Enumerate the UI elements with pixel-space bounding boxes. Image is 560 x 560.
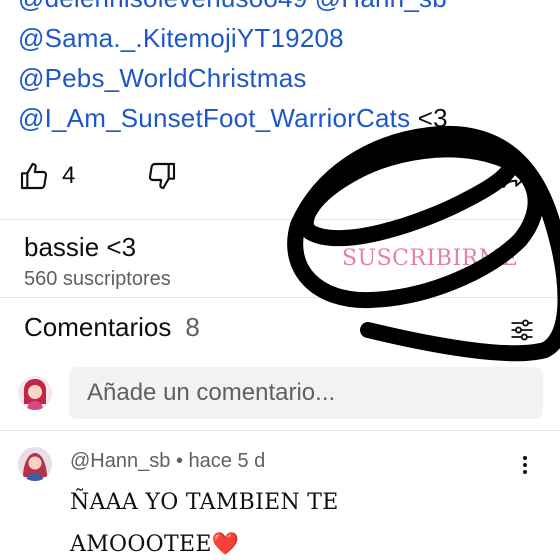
video-description-screen: @delennisolevenusoo49 @Hann_sb @Sama._.K… <box>0 0 560 560</box>
meta-separator: • <box>175 450 183 472</box>
channel-name: bassie <3 <box>24 232 137 262</box>
mention-line: @delennisolevenusoo49 @Hann_sb <box>18 0 550 18</box>
subscribe-button[interactable]: SUSCRIBIRME <box>342 246 518 271</box>
comment-more-button[interactable] <box>516 454 534 481</box>
mention-line: @I_Am_SunsetFoot_WarriorCats <3 <box>18 98 550 138</box>
more-vert-icon <box>523 456 527 474</box>
share-icon <box>502 167 528 188</box>
comment-text: ÑAAA YO TAMBIEN TE AMOOOTEE❤️ <box>70 482 510 560</box>
dislike-button[interactable] <box>146 160 178 197</box>
share-button[interactable] <box>500 162 530 197</box>
sort-comments-button[interactable] <box>508 316 536 349</box>
mention-link[interactable]: @delennisolevenusoo49 @Hann_sb <box>18 0 447 13</box>
comments-title: Comentarios <box>24 312 172 342</box>
mention-link[interactable]: @I_Am_SunsetFoot_WarriorCats <box>18 103 410 133</box>
mention-suffix: <3 <box>410 103 448 133</box>
comment-time: hace 5 d <box>188 450 266 472</box>
mention-link[interactable]: @Sama._.KitemojiYT19208 <box>18 23 344 53</box>
comment-author[interactable]: @Hann_sb <box>70 450 170 472</box>
divider <box>0 297 560 298</box>
like-count: 4 <box>62 162 76 189</box>
divider <box>0 430 560 431</box>
comment-text-line: AMOOOTEE❤️ <box>70 524 510 560</box>
heart-emoji: ❤️ <box>211 532 240 557</box>
avatar[interactable] <box>18 447 52 481</box>
comment-text-line: ÑAAA YO TAMBIEN TE <box>70 490 339 515</box>
mention-link[interactable]: @Pebs_WorldChristmas <box>18 63 307 93</box>
subscriber-count: 560 suscriptores <box>24 268 171 290</box>
channel-info[interactable]: bassie <3 560 suscriptores <box>24 230 171 292</box>
thumbs-down-icon <box>148 162 176 190</box>
avatar <box>18 376 52 410</box>
thumbs-up-icon <box>20 162 48 190</box>
mention-line: @Pebs_WorldChristmas <box>18 58 550 98</box>
comments-header[interactable]: Comentarios 8 <box>24 312 200 343</box>
comments-count: 8 <box>185 312 200 342</box>
sort-sliders-icon <box>511 319 533 341</box>
description-mentions: @delennisolevenusoo49 @Hann_sb @Sama._.K… <box>18 0 550 138</box>
comment-text-part: AMOOOTEE <box>70 532 212 557</box>
divider <box>0 219 560 220</box>
like-button[interactable]: 4 <box>18 160 75 192</box>
mention-line: @Sama._.KitemojiYT19208 <box>18 18 550 58</box>
video-actions-row: 4 <box>0 158 560 206</box>
comment-meta: @Hann_sb • hace 5 d <box>70 450 265 473</box>
add-comment-input[interactable]: Añade un comentario... <box>69 367 543 419</box>
